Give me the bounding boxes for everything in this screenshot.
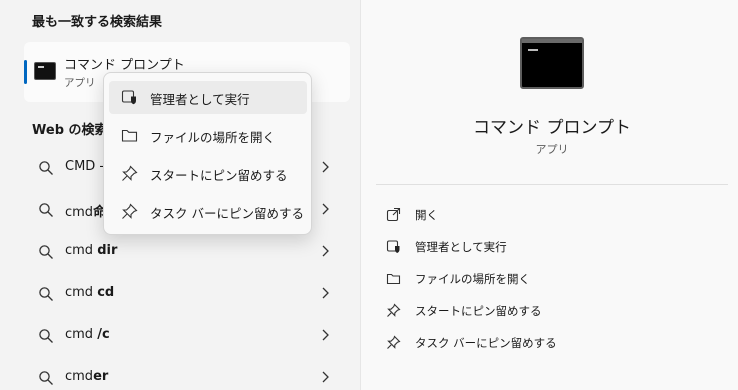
- shield-icon: [386, 240, 400, 253]
- action-label: 開く: [415, 208, 438, 222]
- detail-title: コマンド プロンプト: [473, 118, 631, 138]
- chevron-right-icon: [322, 161, 329, 173]
- web-result[interactable]: cmd dir: [24, 232, 350, 272]
- web-result-label: cmd dir: [65, 243, 118, 258]
- chevron-right-icon: [322, 245, 329, 257]
- action-pin-to-start[interactable]: スタートにピン留めする: [376, 296, 728, 326]
- menu-item-run-as-admin[interactable]: 管理者として実行: [109, 81, 307, 114]
- action-pin-to-taskbar[interactable]: タスク バーにピン留めする: [376, 328, 728, 358]
- selection-indicator: [24, 60, 27, 84]
- best-match-name: コマンド プロンプト: [64, 58, 185, 73]
- pin-icon: [387, 335, 401, 349]
- search-icon: [39, 203, 53, 217]
- web-result[interactable]: cmd cd: [24, 274, 350, 314]
- web-result-label: cmd命: [65, 205, 107, 220]
- web-search-heading: Web の検索: [32, 123, 108, 138]
- action-label: スタートにピン留めする: [415, 304, 542, 318]
- chevron-right-icon: [322, 371, 329, 383]
- menu-item-label: タスク バーにピン留めする: [150, 206, 304, 221]
- pin-icon: [387, 303, 401, 317]
- menu-item-label: スタートにピン留めする: [150, 168, 288, 183]
- chevron-right-icon: [322, 287, 329, 299]
- chevron-right-icon: [322, 329, 329, 341]
- pin-icon: [122, 203, 138, 219]
- action-open-file-location[interactable]: ファイルの場所を開く: [376, 264, 728, 294]
- folder-icon: [386, 273, 401, 285]
- search-icon: [39, 245, 53, 259]
- web-result[interactable]: cmder: [24, 358, 350, 390]
- menu-item-label: ファイルの場所を開く: [150, 130, 276, 145]
- search-icon: [39, 371, 53, 385]
- menu-item-pin-to-start[interactable]: スタートにピン留めする: [109, 157, 307, 190]
- action-open[interactable]: 開く: [376, 200, 728, 230]
- open-external-icon: [386, 207, 401, 222]
- search-icon: [39, 287, 53, 301]
- search-icon: [39, 329, 53, 343]
- menu-item-label: 管理者として実行: [150, 92, 250, 107]
- web-result-label: cmd /c: [65, 327, 110, 342]
- command-prompt-icon: [34, 62, 56, 80]
- action-run-as-admin[interactable]: 管理者として実行: [376, 232, 728, 262]
- command-prompt-large-icon: [520, 37, 584, 89]
- folder-icon: [121, 129, 138, 142]
- chevron-right-icon: [322, 203, 329, 215]
- context-menu: 管理者として実行 ファイルの場所を開く スタートにピン留めする タスク バーにピ…: [103, 72, 312, 235]
- best-match-type: アプリ: [64, 77, 96, 89]
- web-result-label: cmder: [65, 369, 109, 384]
- shield-icon: [121, 90, 136, 105]
- web-result[interactable]: cmd /c: [24, 316, 350, 356]
- action-label: 管理者として実行: [415, 240, 507, 254]
- action-label: タスク バーにピン留めする: [415, 336, 557, 350]
- detail-subtitle: アプリ: [535, 143, 569, 156]
- search-icon: [39, 161, 53, 175]
- action-label: ファイルの場所を開く: [415, 272, 530, 286]
- pin-icon: [122, 165, 138, 181]
- menu-item-pin-to-taskbar[interactable]: タスク バーにピン留めする: [109, 195, 307, 228]
- menu-item-open-file-location[interactable]: ファイルの場所を開く: [109, 119, 307, 152]
- divider: [376, 184, 728, 185]
- best-match-heading: 最も一致する検索結果: [32, 15, 163, 30]
- web-result-label: cmd cd: [65, 285, 115, 300]
- web-result-label: CMD -: [65, 159, 105, 174]
